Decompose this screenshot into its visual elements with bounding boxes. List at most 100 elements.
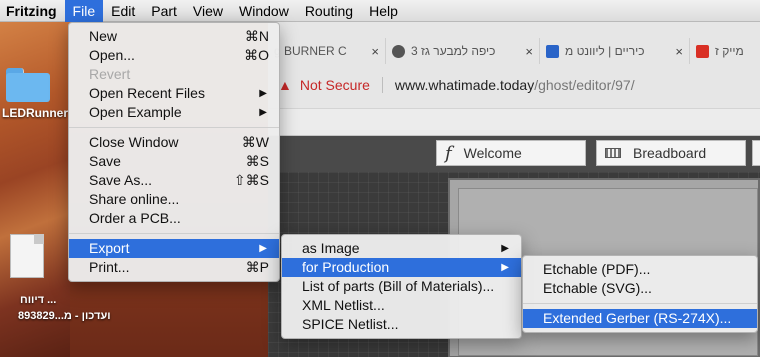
tab-title: מייק ז xyxy=(715,44,744,58)
file-label-line1: דיווח ... xyxy=(20,294,57,306)
not-secure-label[interactable]: Not Secure xyxy=(300,77,370,93)
url-host: www.whatimade.today xyxy=(394,77,535,93)
menu-item-for-production[interactable]: for Production ▶ xyxy=(282,258,521,277)
menu-item-share-online[interactable]: Share online... xyxy=(69,190,279,209)
file-label-line2: ועדכון - מ...893829 xyxy=(18,310,111,322)
menu-edit[interactable]: Edit xyxy=(103,0,143,22)
shortcut-label: ⌘N xyxy=(244,28,269,44)
menu-item-label: Open Recent Files xyxy=(89,85,205,101)
menu-app-fritzing[interactable]: Fritzing xyxy=(0,0,65,22)
menu-view[interactable]: View xyxy=(185,0,231,22)
tab-title: g BURNER C xyxy=(274,44,347,58)
folder-label: LEDRunner xyxy=(2,106,68,120)
menu-item-label: Order a PCB... xyxy=(89,210,181,226)
menu-item-etchable-svg[interactable]: Etchable (SVG)... xyxy=(523,279,757,298)
browser-tab[interactable]: מייק ז xyxy=(690,38,760,64)
submenu-arrow-icon: ▶ xyxy=(259,88,267,99)
menu-item-label: Close Window xyxy=(89,134,179,150)
shortcut-label: ⌘S xyxy=(245,153,269,169)
globe-icon xyxy=(392,44,405,58)
warning-icon: ▲ xyxy=(278,77,292,93)
menu-item-open[interactable]: Open... ⌘O xyxy=(69,46,279,65)
tab-breadboard[interactable]: Breadboard xyxy=(596,140,746,166)
menu-item-etchable-pdf[interactable]: Etchable (PDF)... xyxy=(523,260,757,279)
menu-item-bill-of-materials[interactable]: List of parts (Bill of Materials)... xyxy=(282,277,521,296)
tab-title: כיפה למבער גז 3 xyxy=(411,44,496,58)
menu-file[interactable]: File xyxy=(64,0,104,22)
document-icon[interactable] xyxy=(10,234,44,278)
menu-item-label: Export xyxy=(89,240,130,256)
url-path: /ghost/editor/97/ xyxy=(534,77,635,93)
menu-item-label: Share online... xyxy=(89,191,180,207)
menu-item-order-pcb[interactable]: Order a PCB... xyxy=(69,209,279,228)
menu-divider xyxy=(69,233,279,234)
menu-item-export[interactable]: Export ▶ xyxy=(69,239,279,258)
browser-tab[interactable]: כיריים | ליוונט מ × xyxy=(540,38,690,64)
menu-item-label: Revert xyxy=(89,66,131,82)
menu-item-label: Open... xyxy=(89,47,135,63)
menu-item-extended-gerber[interactable]: Extended Gerber (RS-274X)... xyxy=(523,309,757,328)
breadboard-icon xyxy=(605,148,621,158)
production-submenu: Etchable (PDF)... Etchable (SVG)... Exte… xyxy=(522,255,758,333)
fritzing-logo-icon: f xyxy=(445,142,452,164)
desktop: LEDRunner דיווח ... ועדכון - מ...893829 xyxy=(0,22,111,357)
menu-divider xyxy=(523,303,757,304)
menu-item-save[interactable]: Save ⌘S xyxy=(69,152,279,171)
tab-schematic[interactable] xyxy=(752,140,760,166)
submenu-arrow-icon: ▶ xyxy=(501,243,509,254)
site-favicon-icon xyxy=(546,44,559,58)
menu-bar: Fritzing File Edit Part View Window Rout… xyxy=(0,0,760,22)
menu-item-as-image[interactable]: as Image ▶ xyxy=(282,239,521,258)
shortcut-label: ⌘O xyxy=(244,47,269,63)
menu-item-label: Etchable (PDF)... xyxy=(543,261,651,277)
address-bar[interactable]: ▲ Not Secure www.whatimade.today/ghost/e… xyxy=(268,70,760,100)
menu-item-label: Etchable (SVG)... xyxy=(543,280,652,296)
menu-item-label: List of parts (Bill of Materials)... xyxy=(302,278,495,294)
close-icon[interactable]: × xyxy=(669,44,683,59)
close-icon[interactable]: × xyxy=(519,44,533,59)
menu-item-print[interactable]: Print... ⌘P xyxy=(69,258,279,277)
tab-breadboard-label: Breadboard xyxy=(633,145,707,161)
menu-item-new[interactable]: New ⌘N xyxy=(69,27,279,46)
menu-item-spice-netlist[interactable]: SPICE Netlist... xyxy=(282,315,521,334)
shortcut-label: ⇧⌘S xyxy=(233,172,269,188)
tab-title: כיריים | ליוונט מ xyxy=(565,44,645,58)
menu-window[interactable]: Window xyxy=(231,0,297,22)
submenu-arrow-icon: ▶ xyxy=(259,107,267,118)
menu-item-label: Open Example xyxy=(89,104,182,120)
menu-item-label: Extended Gerber (RS-274X)... xyxy=(543,310,732,326)
menu-item-label: New xyxy=(89,28,118,44)
file-menu: New ⌘N Open... ⌘O Revert Open Recent Files… xyxy=(68,22,280,282)
submenu-arrow-icon: ▶ xyxy=(501,262,509,273)
menu-part[interactable]: Part xyxy=(143,0,185,22)
menu-item-label: for Production xyxy=(302,259,390,275)
menu-item-label: SPICE Netlist... xyxy=(302,316,399,332)
tab-welcome-label: Welcome xyxy=(463,145,522,161)
address-divider xyxy=(381,77,383,93)
menu-item-open-recent[interactable]: Open Recent Files ▶ xyxy=(69,84,279,103)
submenu-arrow-icon: ▶ xyxy=(259,243,267,254)
close-icon[interactable]: × xyxy=(365,44,379,59)
shortcut-label: ⌘W xyxy=(241,134,269,150)
tab-welcome[interactable]: f Welcome xyxy=(436,140,586,166)
gmail-icon xyxy=(696,44,709,58)
shortcut-label: ⌘P xyxy=(245,259,269,275)
menu-item-label: Print... xyxy=(89,259,130,275)
menu-item-save-as[interactable]: Save As... ⇧⌘S xyxy=(69,171,279,190)
browser-toolbar xyxy=(268,108,760,136)
menu-help[interactable]: Help xyxy=(361,0,406,22)
menu-item-revert: Revert xyxy=(69,65,279,84)
menu-item-close-window[interactable]: Close Window ⌘W xyxy=(69,133,279,152)
browser-tabbar: g BURNER C × כיפה למבער גז 3 × כיריים | … xyxy=(268,38,760,64)
menu-routing[interactable]: Routing xyxy=(297,0,361,22)
folder-icon[interactable] xyxy=(6,68,50,102)
menu-item-label: Save As... xyxy=(89,172,153,188)
menu-divider xyxy=(69,127,279,128)
export-submenu: as Image ▶ for Production ▶ List of parts … xyxy=(281,234,522,339)
menu-item-xml-netlist[interactable]: XML Netlist... xyxy=(282,296,521,315)
browser-tab[interactable]: g BURNER C × xyxy=(268,38,386,64)
browser-tab[interactable]: כיפה למבער גז 3 × xyxy=(386,38,540,64)
menu-item-label: XML Netlist... xyxy=(302,297,385,313)
menu-item-open-example[interactable]: Open Example ▶ xyxy=(69,103,279,122)
menu-item-label: as Image xyxy=(302,240,360,256)
